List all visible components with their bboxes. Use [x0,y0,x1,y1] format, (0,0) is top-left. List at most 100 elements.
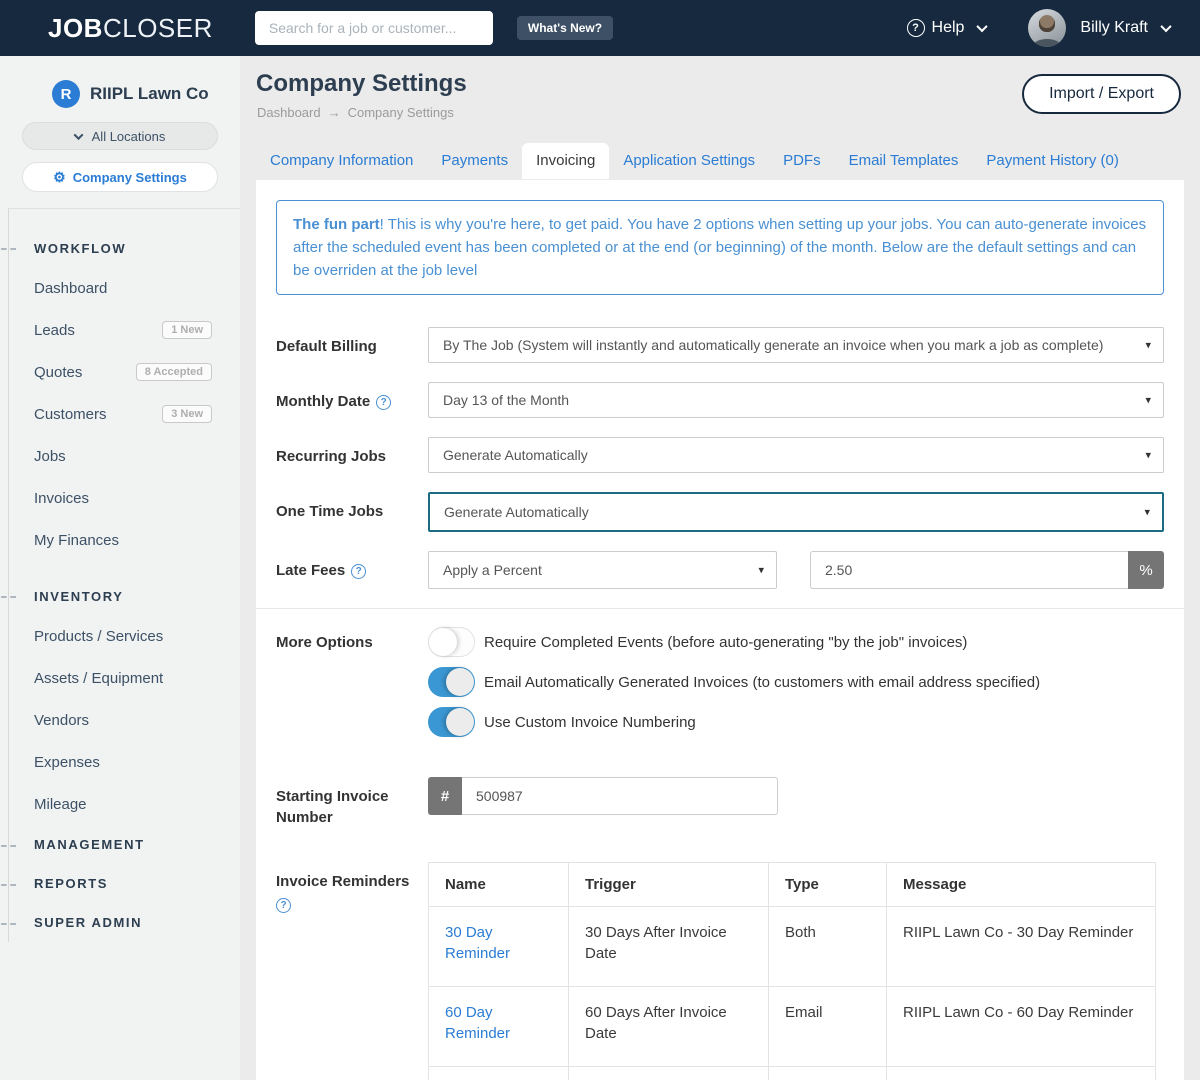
sidebar-section-inventory[interactable]: INVENTORY [9,577,240,615]
toggle-row-require-completed-events-befor: Require Completed Events (before auto-ge… [428,627,1164,657]
help-circle-icon[interactable] [276,898,291,913]
more-options-toggles: Require Completed Events (before auto-ge… [428,627,1164,747]
sidebar-item-my-finances[interactable]: My Finances [9,519,240,561]
tab-company-information[interactable]: Company Information [256,143,427,179]
company-settings-label: Company Settings [73,170,187,185]
late-fees-amount-group: % [810,551,1164,589]
reminder-trigger-cell: 60 Days After Invoice Date [569,987,769,1067]
sidebar-item-vendors[interactable]: Vendors [9,699,240,741]
toggle-label: Use Custom Invoice Numbering [484,714,696,731]
recurring-jobs-select[interactable]: Generate Automatically [428,437,1164,473]
monthly-date-select[interactable]: Day 13 of the Month [428,382,1164,418]
one-time-jobs-row: One Time Jobs Generate Automatically [276,492,1164,532]
sidebar-item-leads[interactable]: Leads 1 New [9,309,240,351]
reminder-name-link[interactable]: 60 Day Reminder [445,1004,510,1042]
late-fees-method-value: Apply a Percent [443,562,542,578]
all-locations-button[interactable]: All Locations [22,122,218,150]
sidebar-item-customers[interactable]: Customers3 New [9,393,240,435]
tab-invoicing[interactable]: Invoicing [522,143,609,179]
toggle-knob [446,708,474,736]
company-name: RIIPL Lawn Co [90,84,209,104]
topbar-right-group: Help Billy Kraft [907,9,1170,47]
company-row: R RIIPL Lawn Co [0,56,240,108]
late-fees-method-select[interactable]: Apply a Percent [428,551,777,589]
sidebar-item-jobs[interactable]: Jobs [9,435,240,477]
sidebar-item-label: Vendors [34,712,89,729]
sidebar-item-label: Dashboard [34,280,107,297]
sidebar-item-dashboard[interactable]: Dashboard [9,267,240,309]
sidebar-item-mileage[interactable]: Mileage [9,783,240,825]
recurring-jobs-label: Recurring Jobs [276,437,428,473]
one-time-jobs-select[interactable]: Generate Automatically [428,492,1164,532]
tab-payment-history-0[interactable]: Payment History (0) [972,143,1133,179]
sidebar-item-products-services[interactable]: Products / Services [9,615,240,657]
toggle-switch[interactable] [428,707,475,737]
default-billing-value: By The Job (System will instantly and au… [443,337,1103,353]
table-row: 60 Day Reminder 60 Days After Invoice Dat… [429,987,1156,1067]
help-label: Help [932,19,965,37]
toggle-knob [446,668,474,696]
sidebar-item-assets-equipment[interactable]: Assets / Equipment [9,657,240,699]
reminder-name-link[interactable]: 30 Day Reminder [445,924,510,962]
breadcrumb-dashboard[interactable]: Dashboard [257,105,321,120]
sidebar-item-label: Expenses [34,754,100,771]
sidebar-item-quotes[interactable]: Quotes8 Accepted [9,351,240,393]
company-settings-button[interactable]: ⚙ Company Settings [22,162,218,192]
page-title: Company Settings [256,70,467,98]
company-logo: R [52,80,80,108]
toggle-switch[interactable] [428,627,475,657]
all-locations-label: All Locations [92,129,166,144]
sidebar-item-badge: 1 New [162,321,212,339]
sidebar-item-label: Invoices [34,490,89,507]
help-menu[interactable]: Help [907,19,987,37]
default-billing-select[interactable]: By The Job (System will instantly and au… [428,327,1164,363]
toggle-switch[interactable] [428,667,475,697]
sidebar-menu: WORKFLOW Dashboard Leads 1 New Quotes8 Accep… [8,208,240,942]
sidebar-section-super-admin[interactable]: SUPER ADMIN [9,903,240,942]
sidebar-section-management[interactable]: MANAGEMENT [9,825,240,864]
sidebar-section-reports[interactable]: REPORTS [9,864,240,903]
search-input[interactable] [255,11,493,45]
reminder-message-cell: RIIPL Lawn Co - 60 Day Reminder [887,987,1156,1067]
tab-application-settings[interactable]: Application Settings [609,143,769,179]
whats-new-button[interactable]: What's New? [517,16,613,40]
help-circle-icon[interactable] [376,395,391,410]
table-row: SMS reminder45 Days After Invoice DateSM… [429,1067,1156,1080]
one-time-jobs-label: One Time Jobs [276,492,428,532]
toggle-row-email-automatically-generated-: Email Automatically Generated Invoices (… [428,667,1164,697]
logo-light-text: CLOSER [103,13,213,43]
reminder-type-cell: SMS Message [769,1067,887,1080]
sidebar-section-workflow[interactable]: WORKFLOW [9,229,240,267]
sidebar-item-expenses[interactable]: Expenses [9,741,240,783]
tab-pdfs[interactable]: PDFs [769,143,835,179]
tab-payments[interactable]: Payments [427,143,522,179]
starting-invoice-input[interactable] [462,777,778,815]
sidebar-item-invoices[interactable]: Invoices [9,477,240,519]
breadcrumb-current: Company Settings [348,105,454,120]
reminder-trigger-cell: 30 Days After Invoice Date [569,907,769,987]
user-name: Billy Kraft [1080,19,1148,37]
toggle-knob [429,628,457,656]
sidebar-item-badge: 8 Accepted [136,363,212,381]
chevron-down-icon[interactable] [1160,21,1171,32]
help-circle-icon[interactable] [351,564,366,579]
reminders-column-header: Name [429,863,569,907]
reminder-type-cell: Both [769,907,887,987]
tab-email-templates[interactable]: Email Templates [835,143,973,179]
monthly-date-value: Day 13 of the Month [443,392,569,408]
sidebar-item-label: Leads [34,322,75,339]
toggle-label: Email Automatically Generated Invoices (… [484,674,1040,691]
reminders-column-header: Trigger [569,863,769,907]
invoice-reminders-label: Invoice Reminders [276,862,428,1080]
user-avatar[interactable] [1028,9,1066,47]
starting-invoice-group: # [428,777,778,815]
logo-bold-text: JOB [48,13,103,43]
more-options-row: More Options Require Completed Events (b… [276,627,1164,747]
invoice-reminders-row: Invoice Reminders NameTriggerTypeMessage… [276,862,1164,1080]
import-export-button[interactable]: Import / Export [1022,74,1181,114]
reminders-column-header: Type [769,863,887,907]
sidebar-item-badge: 3 New [162,405,212,423]
late-fees-amount-input[interactable] [810,551,1128,589]
reminder-trigger-cell: 45 Days After Invoice Date [569,1067,769,1080]
sidebar-item-label: Assets / Equipment [34,670,163,687]
